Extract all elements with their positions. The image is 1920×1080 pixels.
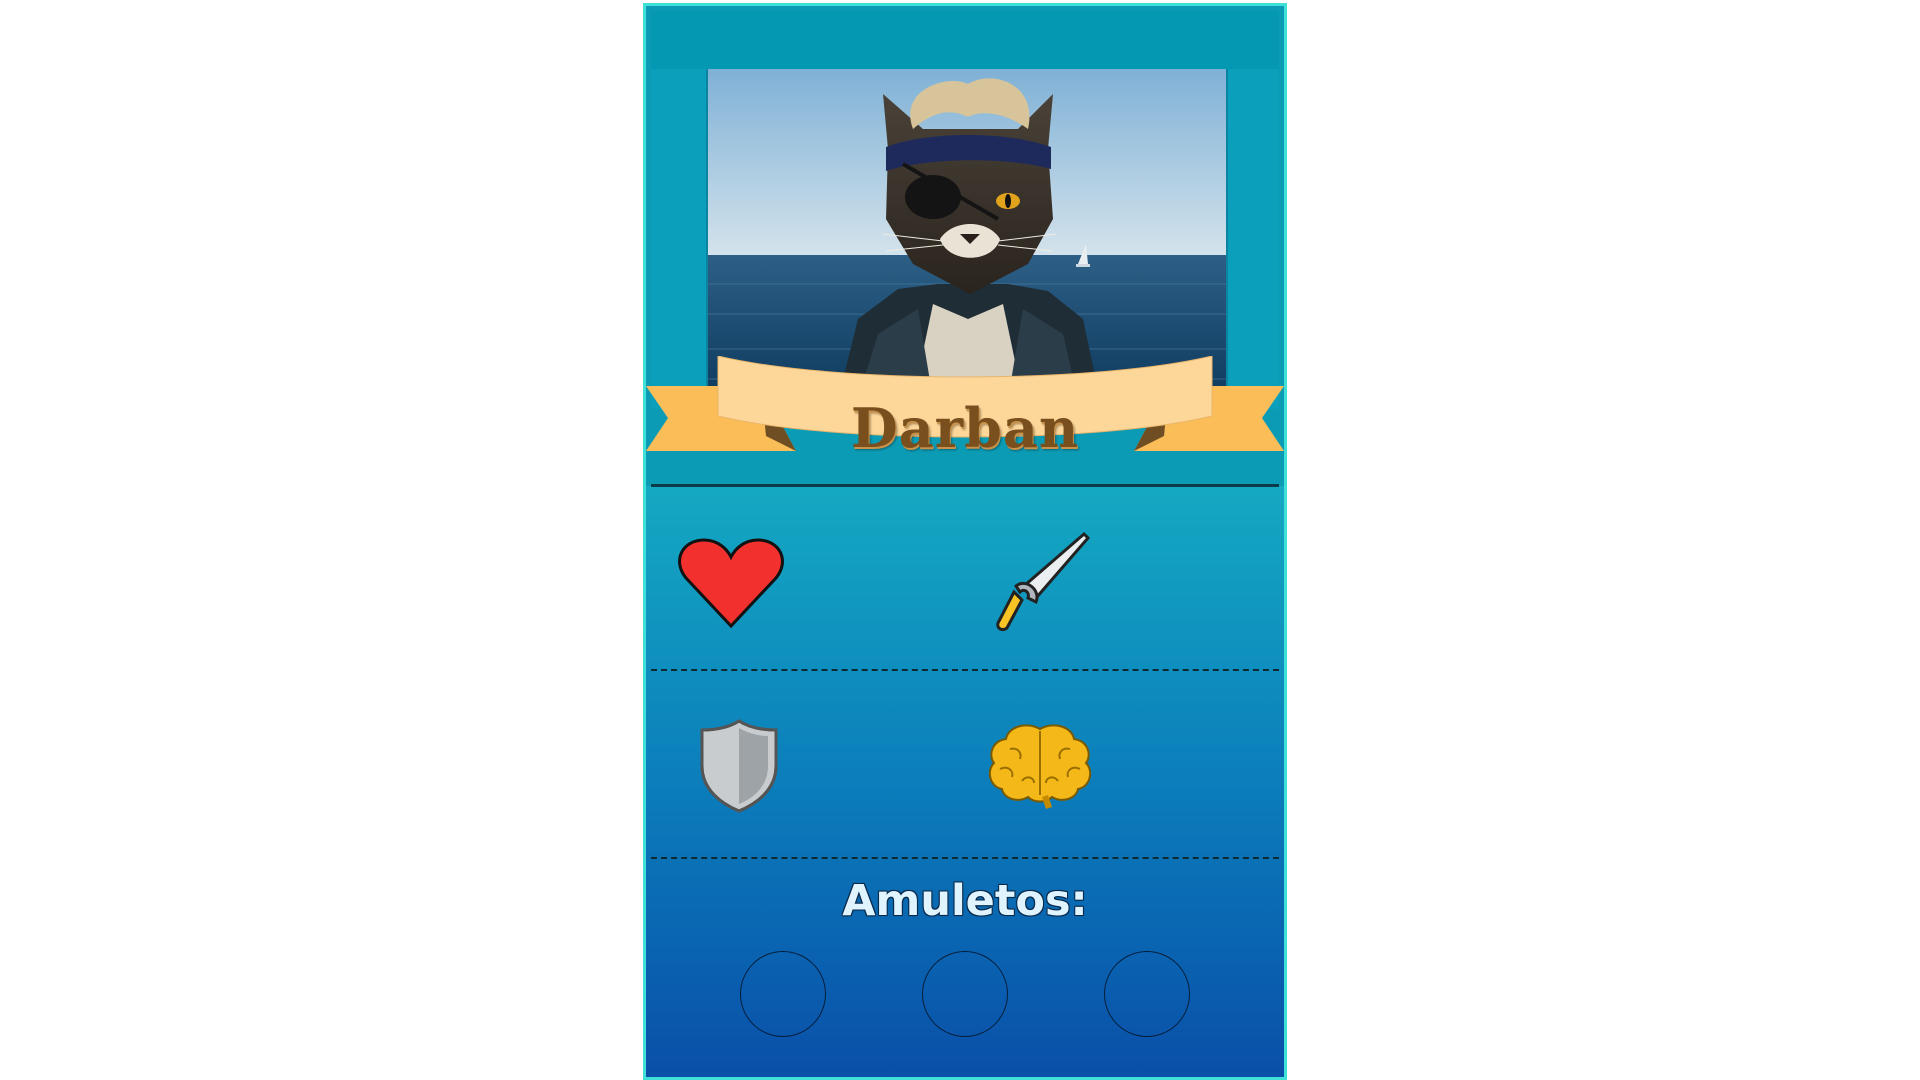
amulet-slot-3[interactable] (1104, 951, 1190, 1037)
divider-header (651, 484, 1279, 487)
sword-icon (986, 528, 1096, 642)
divider-stats-2 (651, 857, 1279, 859)
amulet-slot-1[interactable] (740, 951, 826, 1037)
character-card: Darban Amuletos: (643, 3, 1287, 1080)
shield-icon (698, 718, 780, 818)
heart-icon (678, 536, 784, 634)
name-banner: Darban (646, 355, 1284, 486)
character-name: Darban (850, 396, 1080, 460)
amulet-slot-2[interactable] (922, 951, 1008, 1037)
divider-stats-1 (651, 669, 1279, 671)
character-portrait (706, 69, 1228, 399)
portrait-image (708, 69, 1226, 399)
card-top-strip (651, 11, 1279, 69)
amulets-label: Amuletos: (842, 876, 1088, 926)
brain-icon (986, 721, 1094, 817)
